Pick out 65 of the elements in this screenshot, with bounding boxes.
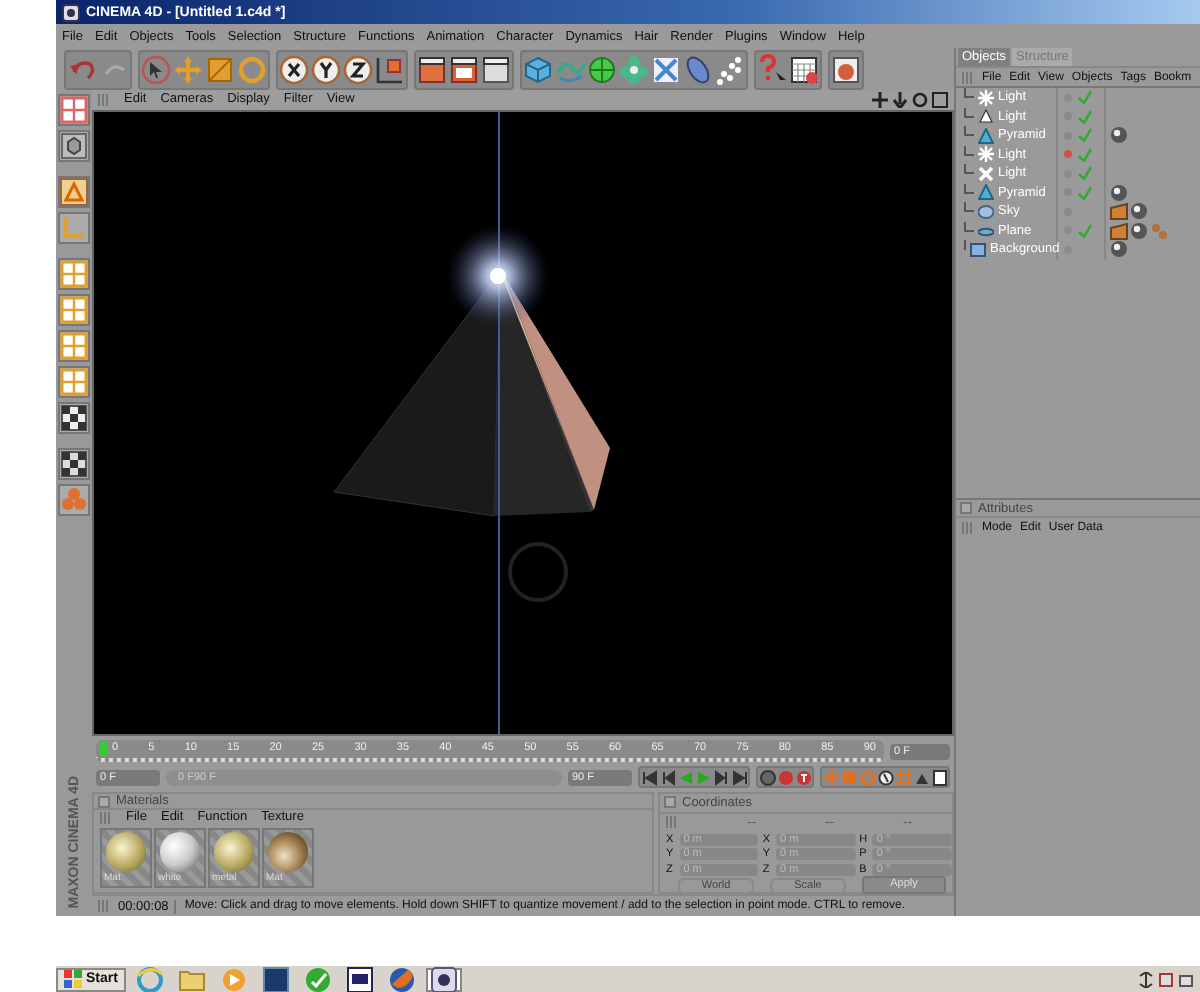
- z-axis-icon[interactable]: [342, 53, 374, 85]
- material-tag-icon[interactable]: [1110, 240, 1128, 259]
- checker-icon[interactable]: [60, 450, 88, 478]
- media-icon[interactable]: [219, 965, 248, 992]
- dots-icon[interactable]: [714, 53, 746, 85]
- grip-handle[interactable]: [666, 816, 678, 829]
- rotate-icon[interactable]: [912, 91, 928, 108]
- skip-end-icon[interactable]: [731, 769, 747, 786]
- app-icon[interactable]: [62, 3, 80, 21]
- page-icon[interactable]: [931, 769, 947, 786]
- check-icon[interactable]: [1078, 109, 1092, 124]
- grip-handle[interactable]: [98, 900, 110, 913]
- help-icon[interactable]: [756, 53, 788, 85]
- tray-icon[interactable]: [1138, 971, 1154, 987]
- axis-cube-icon[interactable]: [374, 53, 406, 85]
- grip-handle[interactable]: [100, 811, 112, 824]
- grip-handle[interactable]: [962, 71, 974, 83]
- material-tag-icon[interactable]: [1130, 221, 1148, 240]
- calendar-icon[interactable]: [788, 53, 820, 85]
- x-axis-icon[interactable]: [278, 53, 310, 85]
- folder-icon[interactable]: [177, 965, 206, 992]
- status-dot[interactable]: [1064, 150, 1072, 159]
- scale-icon[interactable]: [204, 53, 236, 85]
- viewport[interactable]: [92, 109, 954, 737]
- plane-icon[interactable]: [978, 222, 994, 239]
- triangle-icon[interactable]: [60, 178, 88, 206]
- checker-icon[interactable]: [60, 404, 88, 432]
- check-icon[interactable]: [1078, 223, 1092, 238]
- grid-icon[interactable]: [60, 296, 88, 324]
- material-tag-icon[interactable]: [1110, 126, 1128, 145]
- skip-start-icon[interactable]: [641, 769, 657, 786]
- y-axis-icon[interactable]: [310, 53, 342, 85]
- panel-checkbox[interactable]: [664, 796, 676, 809]
- flag-icon[interactable]: [64, 970, 82, 988]
- pyramid-icon[interactable]: [978, 184, 994, 201]
- check-icon[interactable]: [1078, 147, 1092, 162]
- sphere-icon[interactable]: [586, 53, 618, 85]
- panel-checkbox[interactable]: [98, 795, 110, 808]
- window-icon[interactable]: [830, 53, 862, 85]
- material-tag-icon[interactable]: [1130, 202, 1148, 221]
- step-back-icon[interactable]: [659, 769, 675, 786]
- grid-icon[interactable]: [60, 96, 88, 124]
- globe-icon[interactable]: [387, 965, 416, 992]
- playhead[interactable]: [100, 742, 108, 757]
- light-icon[interactable]: [978, 146, 994, 163]
- grid-icon[interactable]: [60, 332, 88, 360]
- check-icon[interactable]: [1078, 90, 1092, 105]
- background-icon[interactable]: [970, 241, 986, 258]
- grip-handle[interactable]: [98, 93, 110, 106]
- maximize-icon[interactable]: [932, 91, 948, 108]
- panel-checkbox[interactable]: [960, 502, 972, 514]
- cursor-icon[interactable]: [140, 53, 172, 85]
- flower-icon[interactable]: [618, 53, 650, 85]
- material-tag-icon[interactable]: [1110, 183, 1128, 202]
- check-icon[interactable]: [1078, 166, 1092, 181]
- grip-handle[interactable]: [962, 521, 974, 533]
- sky-icon[interactable]: [978, 203, 994, 220]
- lens-ring: [508, 541, 568, 602]
- arrow-down-icon[interactable]: [892, 91, 908, 108]
- move-icon[interactable]: [872, 91, 888, 108]
- check-icon[interactable]: [1078, 185, 1092, 200]
- grid-icon[interactable]: [60, 260, 88, 288]
- check-icon[interactable]: [1078, 128, 1092, 143]
- spot-icon[interactable]: [978, 108, 994, 125]
- step-forward-icon[interactable]: [713, 769, 729, 786]
